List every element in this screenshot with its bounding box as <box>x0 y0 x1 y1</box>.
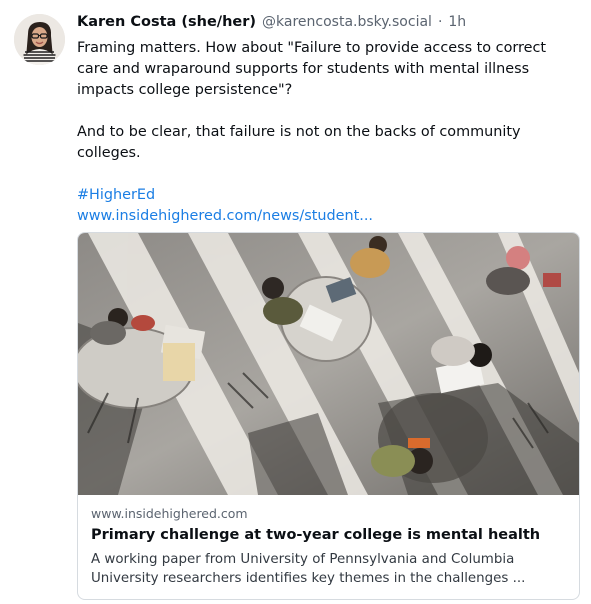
card-title[interactable]: Primary challenge at two-year college is… <box>91 526 567 545</box>
author-handle[interactable]: @karencosta.bsky.social <box>262 14 432 30</box>
post-paragraph-1: Framing matters. How about "Failure to p… <box>77 40 547 98</box>
card-domain: www.insidehighered.com <box>91 506 248 521</box>
post-header: Karen Costa (she/her) @karencosta.bsky.s… <box>77 14 579 36</box>
post-timestamp[interactable]: 1h <box>448 14 466 30</box>
post[interactable]: Karen Costa (she/her) @karencosta.bsky.s… <box>0 0 591 604</box>
hashtag-link[interactable]: #HigherEd <box>77 185 579 206</box>
card-description: A working paper from University of Penns… <box>91 552 526 586</box>
avatar[interactable] <box>14 14 65 65</box>
card-meta: www.insidehighered.com Primary challenge… <box>78 495 579 588</box>
author-name[interactable]: Karen Costa (she/her) <box>77 14 256 30</box>
url-link[interactable]: www.insidehighered.com/news/student... <box>77 206 579 227</box>
separator-dot: · <box>437 14 443 30</box>
link-preview-card[interactable]: www.insidehighered.com Primary challenge… <box>77 232 580 600</box>
post-paragraph-2: And to be clear, that failure is not on … <box>77 124 521 161</box>
post-content: Karen Costa (she/her) @karencosta.bsky.s… <box>77 14 579 227</box>
post-body: Framing matters. How about "Failure to p… <box>77 38 579 227</box>
card-thumbnail-image <box>78 233 579 495</box>
avatar-image <box>14 14 65 65</box>
